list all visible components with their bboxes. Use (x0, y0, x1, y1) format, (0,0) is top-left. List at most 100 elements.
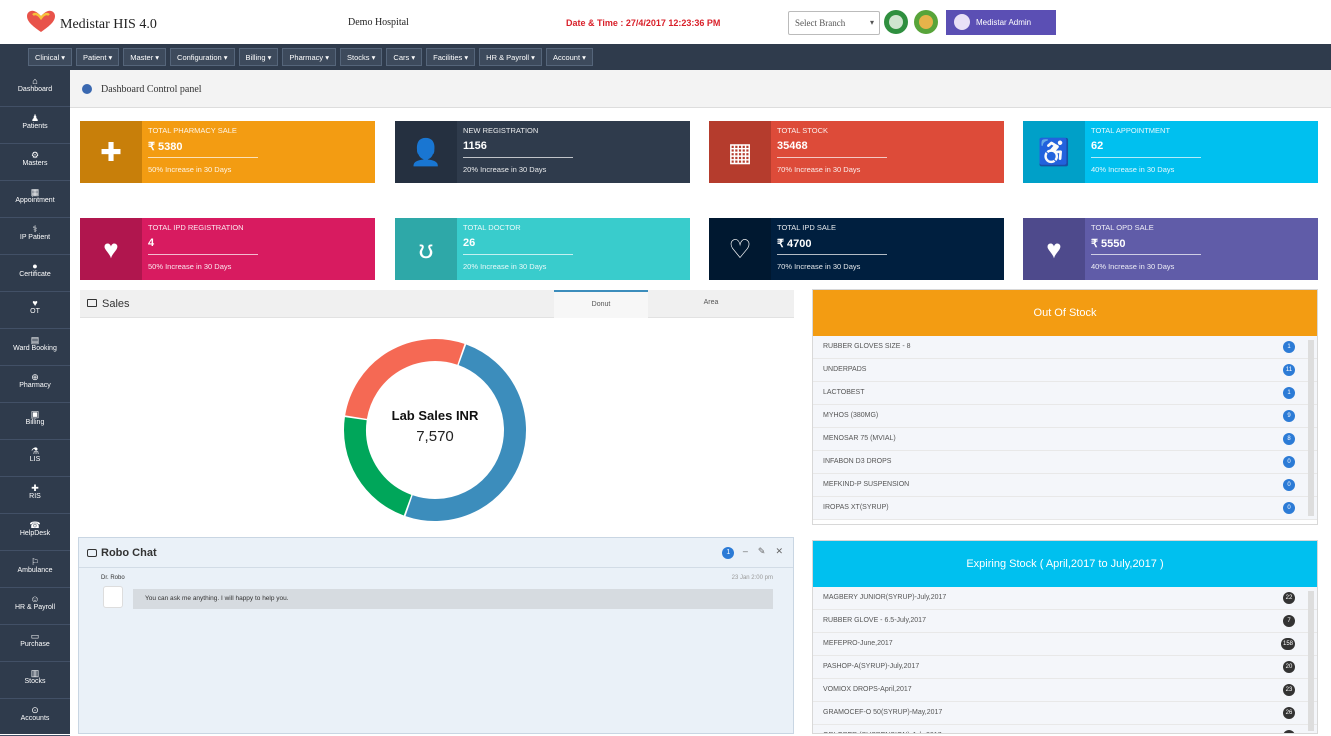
menu-item-label: Cars (393, 53, 410, 62)
sidebar-item-certificate[interactable]: ● Certificate (0, 255, 70, 292)
user-menu-button[interactable]: Medistar Admin (946, 10, 1056, 35)
list-item[interactable]: UNDERPADS 11 (813, 359, 1317, 382)
sidebar-item-pharmacy[interactable]: ⊕ Pharmacy (0, 366, 70, 403)
sidebar-item-lis[interactable]: ⚗ LIS (0, 440, 70, 477)
top-header: Medistar HIS 4.0 Demo Hospital Date & Ti… (0, 0, 1331, 44)
sidebar-item-label: HR & Payroll (14, 604, 56, 611)
stat-card[interactable]: ♥ Total OPD Sale ₹ 5550 40% Increase in … (1023, 218, 1318, 280)
list-item[interactable]: ORLOPER (SUSPENSION)-July,2017 15 (813, 725, 1317, 733)
sidebar-item-ward-booking[interactable]: ▤ Ward Booking (0, 329, 70, 366)
sidebar-item-dashboard[interactable]: ⌂ Dashboard (0, 70, 70, 107)
list-item[interactable]: MENOSAR 75 (MVIAL) 8 (813, 428, 1317, 451)
branch-select[interactable]: Select Branch ▾ (788, 11, 880, 35)
menu-item-cars[interactable]: Cars ▾ (386, 48, 423, 66)
menu-item-hr-payroll[interactable]: HR & Payroll ▾ (479, 48, 542, 66)
menu-item-stocks[interactable]: Stocks ▾ (340, 48, 383, 66)
list-item-name: VOMIOX DROPS-April,2017 (823, 686, 912, 693)
heart-outline-icon: ♡ (728, 234, 752, 264)
stat-card-divider (1091, 157, 1201, 158)
list-item[interactable]: MEFEPRO-June,2017 158 (813, 633, 1317, 656)
sidebar-item-label: Ward Booking (13, 345, 57, 352)
sidebar-item-masters[interactable]: ⚙ Masters (0, 144, 70, 181)
sidebar-item-billing[interactable]: ▣ Billing (0, 403, 70, 440)
menu-item-pharmacy[interactable]: Pharmacy ▾ (282, 48, 337, 66)
menu-item-configuration[interactable]: Configuration ▾ (170, 48, 235, 66)
stat-card-description: 50% Increase in 30 Days (148, 165, 232, 174)
sidebar-item-label: HelpDesk (19, 530, 51, 537)
date-time: Date & Time : 27/4/2017 12:23:36 PM (566, 18, 721, 28)
stat-card-iconbox: ▦ (709, 121, 771, 183)
menu-item-label: Billing (245, 53, 266, 62)
stat-card[interactable]: ♿ Total Appointment 62 40% Increase in 3… (1023, 121, 1318, 183)
sidebar-item-label: Masters (22, 160, 48, 167)
menu-item-facilities[interactable]: Facilities ▾ (426, 48, 476, 66)
sidebar-icon: ● (32, 261, 38, 271)
list-item[interactable]: RUBBER GLOVES SIZE - 8 1 (813, 336, 1317, 359)
chevron-down-icon: ▾ (869, 18, 874, 27)
stat-card[interactable]: ▦ Total Stock 35468 70% Increase in 30 D… (709, 121, 1004, 183)
tab-donut[interactable]: Donut (554, 290, 648, 318)
sidebar-item-stocks[interactable]: ▥ Stocks (0, 662, 70, 699)
list-item[interactable]: MEFKIND-P SUSPENSION 0 (813, 474, 1317, 497)
list-item[interactable]: MYHOS (380MG) 9 (813, 405, 1317, 428)
refresh-button[interactable] (884, 10, 908, 34)
list-item[interactable]: RUBBER GLOVE - 6.5-July,2017 7 (813, 610, 1317, 633)
stat-card[interactable]: ✚ Total Pharmacy Sale ₹ 5380 50% Increas… (80, 121, 375, 183)
stat-card-label: Total Appointment (1091, 126, 1171, 135)
sidebar-item-ris[interactable]: ✚ RIS (0, 477, 70, 514)
sidebar-item-ip-patient[interactable]: ⚕ IP Patient (0, 218, 70, 255)
stat-card[interactable]: ♡ Total IPD Sale ₹ 4700 70% Increase in … (709, 218, 1004, 280)
scrollbar[interactable] (1308, 340, 1314, 516)
sidebar-item-ot[interactable]: ♥ OT (0, 292, 70, 329)
stat-card-value: ₹ 5380 (148, 141, 183, 153)
sidebar-item-patients[interactable]: ♟ Patients (0, 107, 70, 144)
out-of-stock-list: RUBBER GLOVES SIZE - 8 1 UNDERPADS 11 LACT… (813, 336, 1317, 520)
stat-card-divider (463, 157, 573, 158)
chat-message: You can ask me anything. I will happy to… (133, 589, 773, 609)
notification-button[interactable] (914, 10, 938, 34)
menu-item-label: Patient (83, 53, 107, 62)
menu-item-label: Pharmacy (289, 53, 324, 62)
list-item[interactable]: PASHOP-A(SYRUP)-July,2017 20 (813, 656, 1317, 679)
sidebar-item-hr-payroll[interactable]: ☺ HR & Payroll (0, 588, 70, 625)
list-item[interactable]: INFABON D3 DROPS 0 (813, 451, 1317, 474)
sidebar-icon: ▣ (30, 409, 40, 419)
count-badge: 9 (1283, 410, 1295, 422)
sidebar-icon: ▥ (30, 668, 40, 678)
contacts-icon[interactable]: ✎ (758, 546, 766, 556)
sidebar-item-accounts[interactable]: ⊙ Accounts (0, 699, 70, 736)
list-item[interactable]: MAGBERY JUNIOR(SYRUP)-July,2017 22 (813, 587, 1317, 610)
stat-card[interactable]: ♥ Total IPD Registration 4 50% Increase … (80, 218, 375, 280)
menu-item-billing[interactable]: Billing ▾ (238, 48, 279, 66)
sidebar-icon: ▤ (30, 335, 40, 345)
list-item[interactable]: GRAMOCEF-O 50(SYRUP)-May,2017 26 (813, 702, 1317, 725)
list-item[interactable]: IROPAS XT(SYRUP) 0 (813, 497, 1317, 520)
sidebar-item-purchase[interactable]: ▭ Purchase (0, 625, 70, 662)
count-badge: 158 (1280, 638, 1295, 650)
stat-card-description: 40% Increase in 30 Days (1091, 165, 1175, 174)
menu-item-master[interactable]: Master ▾ (123, 48, 167, 66)
stat-card-description: 70% Increase in 30 Days (777, 165, 861, 174)
stat-card-value: ₹ 4700 (777, 238, 812, 250)
tab-area[interactable]: Area (664, 290, 758, 318)
close-icon[interactable]: ✕ (775, 546, 783, 556)
sidebar-item-appointment[interactable]: ▦ Appointment (0, 181, 70, 218)
sidebar-item-ambulance[interactable]: ⚐ Ambulance (0, 551, 70, 588)
menu-item-account[interactable]: Account ▾ (545, 48, 593, 66)
stat-card-value: 1156 (463, 140, 487, 152)
sidebar-item-label: Certificate (19, 271, 51, 278)
sidebar-item-helpdesk[interactable]: ☎ HelpDesk (0, 514, 70, 551)
stat-card[interactable]: 👤 New Registration 1156 20% Increase in … (395, 121, 690, 183)
scrollbar[interactable] (1308, 591, 1314, 731)
list-item-name: INFABON D3 DROPS (823, 458, 892, 465)
minimize-icon[interactable]: – (743, 546, 748, 556)
donut-segment[interactable] (344, 417, 412, 516)
sidebar-item-label: Patients (22, 123, 48, 130)
stat-card[interactable]: ʊ Total Doctor 26 20% Increase in 30 Day… (395, 218, 690, 280)
count-badge: 20 (1283, 661, 1295, 673)
stat-card-label: Total OPD Sale (1091, 223, 1154, 232)
menu-item-clinical[interactable]: Clinical ▾ (28, 48, 73, 66)
menu-item-patient[interactable]: Patient ▾ (76, 48, 120, 66)
list-item[interactable]: VOMIOX DROPS-April,2017 23 (813, 679, 1317, 702)
list-item[interactable]: LACTOBEST 1 (813, 382, 1317, 405)
